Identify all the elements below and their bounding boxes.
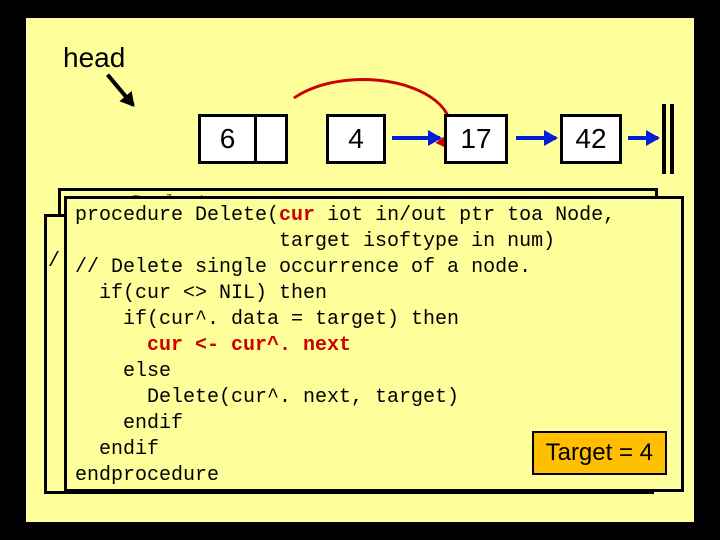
list-node-42: 42 xyxy=(560,114,622,164)
code-line: if(cur <> NIL) then xyxy=(75,282,327,305)
code-line: endif xyxy=(75,412,183,435)
list-node-6: 6 xyxy=(198,114,288,164)
node-value: 42 xyxy=(563,117,619,161)
nil-terminator-bar xyxy=(662,104,666,174)
obscured-text: / xyxy=(48,250,60,273)
code-line: Delete(cur^. next, target) xyxy=(75,386,459,409)
code-panel-front: procedure Delete(cur iot in/out ptr toa … xyxy=(64,196,684,492)
code-line: endif xyxy=(75,438,159,461)
code-line: procedure Delete( xyxy=(75,204,279,227)
keyword-cur: cur xyxy=(279,204,315,227)
code-line: target isoftype in num) xyxy=(75,230,555,253)
next-arrow xyxy=(516,136,556,140)
node-value: 17 xyxy=(447,117,505,161)
code-line-highlight: cur <- cur^. next xyxy=(75,334,351,357)
code-line: if(cur^. data = target) then xyxy=(75,308,459,331)
nil-terminator-bar xyxy=(670,104,674,174)
next-arrow xyxy=(392,136,440,140)
code-line: endprocedure xyxy=(75,464,219,487)
head-label: head xyxy=(63,42,125,74)
code-line: iot in/out ptr toa Node, xyxy=(315,204,615,227)
next-arrow xyxy=(628,136,658,140)
list-node-17: 17 xyxy=(444,114,508,164)
node-next-slot xyxy=(257,117,285,161)
head-pointer-arrow xyxy=(106,73,135,106)
slide-canvas: head 6 4 17 42 p r D l t / procedure Del… xyxy=(22,14,698,526)
code-line: else xyxy=(75,360,171,383)
list-node-4: 4 xyxy=(326,114,386,164)
code-line: // Delete single occurrence of a node. xyxy=(75,256,531,279)
node-value: 4 xyxy=(329,117,383,161)
node-value: 6 xyxy=(201,117,257,161)
target-badge: Target = 4 xyxy=(532,431,667,475)
